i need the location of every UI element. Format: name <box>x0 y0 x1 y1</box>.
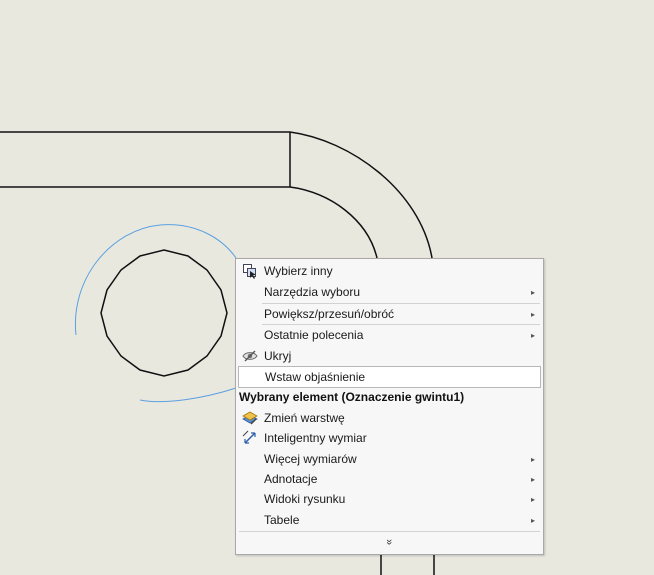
menu-item-change-layer[interactable]: Zmień warstwę <box>236 408 543 428</box>
menu-item-label: Tabele <box>264 513 300 527</box>
bend-outer-arc[interactable] <box>289 131 433 259</box>
menu-item-recent-commands[interactable]: Ostatnie polecenia ▸ <box>236 325 543 345</box>
menu-item-label: Narzędzia wyboru <box>264 285 361 299</box>
context-menu: Wybierz inny Narzędzia wyboru ▸ Powiększ… <box>235 258 544 555</box>
menu-item-annotations[interactable]: Adnotacje ▸ <box>236 469 543 489</box>
submenu-arrow-icon: ▸ <box>530 494 535 504</box>
submenu-arrow-icon: ▸ <box>530 474 535 484</box>
menu-item-hide[interactable]: Ukryj <box>236 346 543 366</box>
submenu-arrow-icon: ▸ <box>530 454 535 464</box>
menu-item-select-other[interactable]: Wybierz inny <box>236 261 543 281</box>
layer-icon <box>242 410 258 426</box>
thread-annotation-arc-lower[interactable] <box>139 387 237 403</box>
menu-item-zoom-pan-rotate[interactable]: Powiększ/przesuń/obróć ▸ <box>236 304 543 324</box>
hole-outline[interactable] <box>100 249 228 377</box>
menu-item-label: Zmień warstwę <box>264 411 345 425</box>
menu-item-label: Ostatnie polecenia <box>264 328 364 342</box>
submenu-arrow-icon: ▸ <box>530 330 535 340</box>
smart-dimension-icon <box>242 430 258 446</box>
menu-item-smart-dimension[interactable]: Inteligentny wymiar <box>236 428 543 448</box>
menu-section-title: Wybrany element (Oznaczenie gwintu1) <box>239 390 465 404</box>
menu-item-label: Więcej wymiarów <box>264 452 357 466</box>
thread-annotation-arc[interactable] <box>74 224 237 336</box>
eye-hide-icon <box>242 348 258 364</box>
submenu-arrow-icon: ▸ <box>530 515 535 525</box>
select-other-icon <box>242 263 258 279</box>
menu-item-more-dimensions[interactable]: Więcej wymiarów ▸ <box>236 449 543 469</box>
menu-item-label: Ukryj <box>264 349 292 363</box>
submenu-arrow-icon: ▸ <box>530 309 535 319</box>
menu-item-label: Wstaw objaśnienie <box>265 370 366 384</box>
menu-item-label: Widoki rysunku <box>264 492 346 506</box>
menu-item-label: Powiększ/przesuń/obróć <box>264 307 395 321</box>
menu-item-label: Inteligentny wymiar <box>264 431 367 445</box>
menu-item-label: Wybierz inny <box>264 264 333 278</box>
menu-item-label: Adnotacje <box>264 472 318 486</box>
bend-inner-arc[interactable] <box>289 186 378 259</box>
expand-menu-chevron-icon[interactable]: » <box>379 532 399 552</box>
submenu-arrow-icon: ▸ <box>530 287 535 297</box>
menu-item-drawing-views[interactable]: Widoki rysunku ▸ <box>236 489 543 509</box>
menu-item-insert-callout[interactable]: Wstaw objaśnienie <box>238 366 541 388</box>
menu-item-selection-tools[interactable]: Narzędzia wyboru ▸ <box>236 282 543 302</box>
menu-item-tables[interactable]: Tabele ▸ <box>236 510 543 530</box>
